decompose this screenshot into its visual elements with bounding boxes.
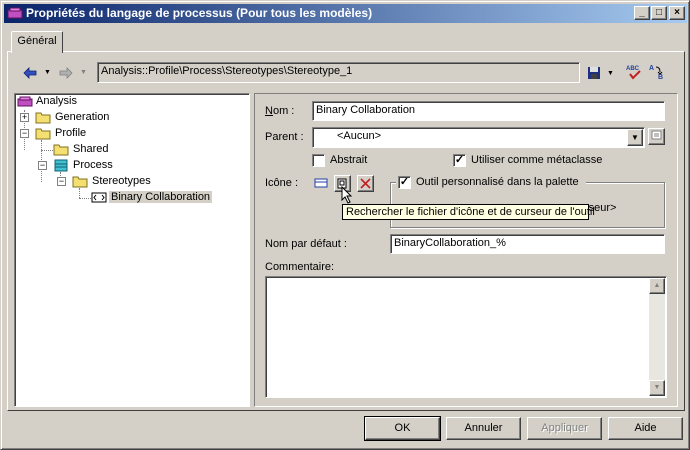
window-title: Propriétés du langage de processus (Pour… <box>26 6 373 20</box>
close-button[interactable]: × <box>669 6 685 20</box>
object-path-field: Analysis::Profile\Process\Stereotypes\St… <box>97 62 580 83</box>
properties-icon <box>651 130 662 140</box>
metaclass-icon <box>54 159 68 172</box>
tree-item-label: Binary Collaboration <box>109 191 213 203</box>
tree-item-label: Analysis <box>36 95 77 107</box>
tree-item-label: Process <box>73 159 113 171</box>
stereotype-icon <box>91 192 107 203</box>
back-arrow-icon <box>23 67 37 79</box>
minimize-button[interactable]: _ <box>634 6 650 20</box>
parent-label: Parent : <box>265 131 304 143</box>
collapse-icon[interactable]: − <box>57 177 66 186</box>
tree-connector <box>41 150 53 151</box>
title-bar[interactable]: Propriétés du langage de processus (Pour… <box>4 4 687 23</box>
stereotype-preview-icon <box>314 178 327 188</box>
collapse-icon[interactable]: − <box>20 129 29 138</box>
parent-combo-arrow[interactable]: ▼ <box>627 129 643 146</box>
tab-general[interactable]: Général <box>11 31 63 53</box>
nom-defaut-label: Nom par défaut : <box>265 238 347 250</box>
folder-icon <box>53 144 69 156</box>
parent-properties-button[interactable] <box>648 128 665 145</box>
folder-icon <box>35 112 51 124</box>
clear-icon-button[interactable] <box>357 175 374 192</box>
tree-connector <box>79 188 80 198</box>
appliquer-button[interactable]: Appliquer <box>527 417 602 440</box>
metaclasse-label: Utiliser comme métaclasse <box>471 154 603 166</box>
scroll-up-button[interactable]: ▲ <box>649 278 665 294</box>
abstrait-checkbox[interactable] <box>312 154 325 167</box>
nom-input[interactable]: Binary Collaboration <box>312 101 665 121</box>
properties-dialog: Propriétés du langage de processus (Pour… <box>0 0 690 450</box>
replace-button[interactable]: A B <box>648 63 668 83</box>
commentaire-textarea[interactable] <box>265 276 667 398</box>
tree-item-label: Generation <box>55 111 110 123</box>
forward-arrow-icon <box>59 67 73 79</box>
back-history-dropdown[interactable]: ▼ <box>44 69 51 76</box>
svg-text:A: A <box>649 65 654 72</box>
object-tree[interactable]: Analysis + Generation − Profile Shared − <box>14 93 250 407</box>
forward-history-dropdown[interactable]: ▼ <box>80 69 87 76</box>
metaclasse-checkbox[interactable]: ✓ <box>453 154 466 167</box>
forward-button[interactable] <box>59 64 73 82</box>
tree-item-label: Shared <box>73 143 109 155</box>
expand-icon[interactable]: + <box>20 113 29 122</box>
parent-combo[interactable]: <Aucun> <box>312 127 645 148</box>
collapse-icon[interactable]: − <box>38 161 47 170</box>
floppy-disk-icon <box>588 67 600 79</box>
tree-item-label: Stereotypes <box>92 175 151 187</box>
delete-x-icon <box>360 178 371 189</box>
aide-button[interactable]: Aide <box>608 417 683 440</box>
scroll-down-button[interactable]: ▼ <box>649 380 665 396</box>
outil-label: Outil personnalisé dans la palette <box>416 176 579 188</box>
svg-text:ABC: ABC <box>626 66 640 72</box>
find-replace-icon: A B <box>649 65 663 81</box>
nom-defaut-input[interactable]: BinaryCollaboration_% <box>390 234 665 254</box>
folder-open-icon <box>72 176 88 188</box>
outil-checkbox[interactable]: ✓ <box>398 176 411 189</box>
nom-label: Nom : <box>265 105 295 117</box>
tooltip: Rechercher le fichier d'icône et de curs… <box>342 204 595 220</box>
profile-app-icon <box>7 7 23 19</box>
back-button[interactable] <box>23 64 37 82</box>
svg-text:B: B <box>658 74 663 81</box>
tree-item-label: Profile <box>55 127 87 139</box>
tree-connector <box>79 198 91 199</box>
annuler-button[interactable]: Annuler <box>446 417 521 440</box>
maximize-button[interactable]: □ <box>651 6 667 20</box>
spell-check-button[interactable]: ABC <box>625 63 645 83</box>
icone-label: Icône : <box>265 177 299 189</box>
profile-icon <box>17 96 33 107</box>
ok-button[interactable]: OK <box>364 416 441 441</box>
save-options-dropdown[interactable]: ▼ <box>607 70 614 77</box>
icon-preview <box>312 175 329 192</box>
mouse-cursor-icon <box>341 186 353 204</box>
spell-check-icon: ABC <box>626 66 641 80</box>
commentaire-label: Commentaire: <box>265 261 335 273</box>
abstrait-label: Abstrait <box>330 154 368 166</box>
commentaire-scrollbar[interactable]: ▲ ▼ <box>649 278 665 396</box>
save-button[interactable] <box>587 63 607 83</box>
folder-open-icon <box>35 128 51 140</box>
